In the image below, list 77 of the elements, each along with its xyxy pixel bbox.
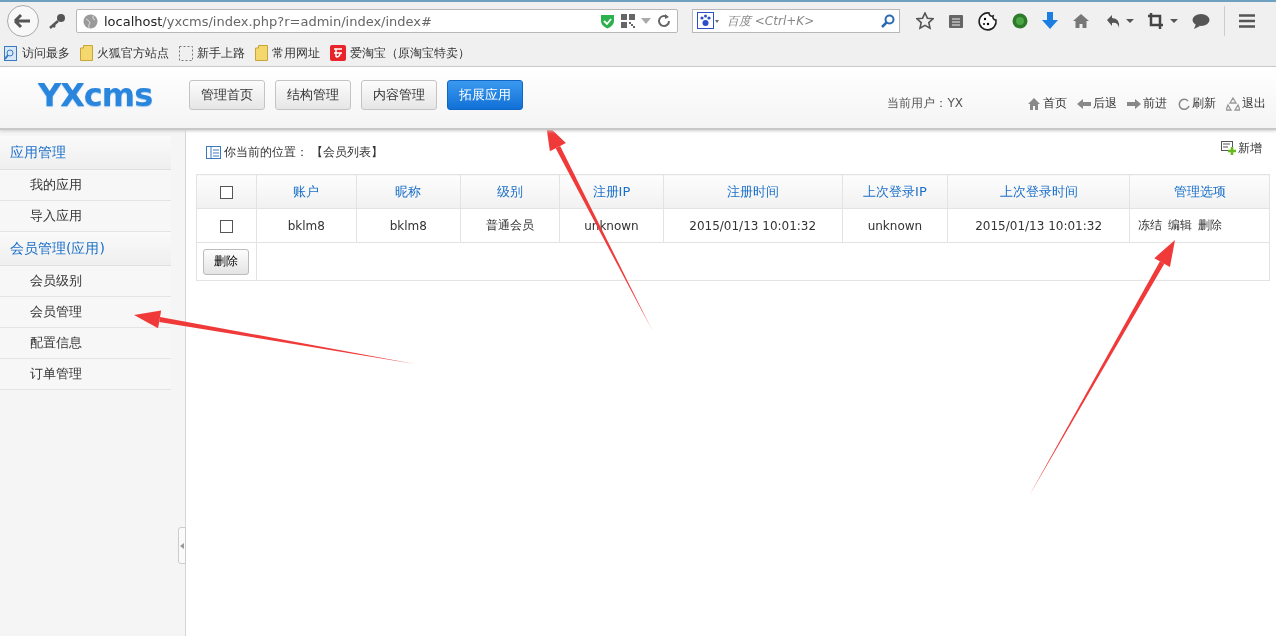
star-icon[interactable] (916, 12, 934, 30)
nav-tab[interactable]: 内容管理 (361, 79, 437, 110)
undo-icon[interactable] (1104, 13, 1134, 29)
nav-tab[interactable]: 结构管理 (275, 79, 351, 110)
row-checkbox[interactable] (219, 219, 233, 233)
column-header: 管理选项 (1173, 183, 1226, 199)
column-header: 上次登录时间 (999, 183, 1078, 199)
column-header: 上次登录IP (863, 183, 927, 199)
folder-icon (80, 45, 93, 61)
table-cell: 2015/01/13 10:01:32 (975, 218, 1103, 233)
qr-code-icon (621, 14, 635, 28)
column-header: 注册IP (592, 183, 631, 199)
folder-icon (255, 45, 268, 61)
url-text: localhost/yxcms/index.php?r=admin/index/index# (104, 13, 433, 29)
home-icon[interactable] (1072, 13, 1090, 29)
column-header: 账户 (293, 183, 320, 199)
search-icon[interactable] (881, 14, 895, 28)
nav-tab[interactable]: 拓展应用 (447, 79, 523, 110)
header-link[interactable]: 后退 (1077, 95, 1117, 112)
table-cell: 2015/01/13 10:01:32 (689, 218, 817, 233)
address-bar[interactable]: localhost/yxcms/index.php?r=admin/index/index# (76, 9, 678, 33)
bookmark-icon (4, 45, 18, 61)
extension-icon[interactable] (1012, 13, 1028, 29)
header-link[interactable]: 首页 (1027, 95, 1067, 112)
column-header: 注册时间 (726, 183, 779, 199)
header-link[interactable]: 前进 (1127, 95, 1167, 112)
chat-icon[interactable] (1192, 13, 1210, 29)
bookmark-link[interactable]: 常用网址 (272, 44, 320, 62)
sidebar-group-title[interactable]: 会员管理(应用) (0, 232, 171, 266)
logo: YXcms (37, 75, 154, 114)
search-bar[interactable]: 百度 <Ctrl+K> (692, 9, 900, 33)
crop-icon[interactable] (1148, 13, 1178, 29)
column-header: 昵称 (395, 183, 422, 199)
bookmark-link[interactable]: 火狐官方站点 (97, 44, 169, 62)
select-all-checkbox[interactable] (219, 186, 233, 199)
dashed-square-icon (179, 45, 193, 61)
shield-icon (600, 13, 615, 29)
reload-icon[interactable] (657, 14, 671, 28)
table-cell: 普通会员 (486, 218, 535, 232)
menu-icon[interactable] (1239, 14, 1255, 28)
breadcrumb-label: 你当前的位置： (224, 143, 308, 161)
table-cell: unknown (867, 218, 923, 233)
add-icon (1221, 141, 1236, 155)
add-link[interactable]: 新增 (1221, 139, 1262, 157)
cookie-icon[interactable] (978, 11, 998, 31)
sidebar-group-title[interactable]: 应用管理 (0, 136, 171, 170)
globe-icon (83, 13, 98, 29)
key-icon (48, 13, 66, 29)
right-arrow-icon (1127, 97, 1141, 110)
collapse-handle[interactable] (178, 527, 186, 564)
row-action-link[interactable]: 冻结 (1138, 217, 1163, 234)
current-user: 当前用户：YX (887, 95, 963, 112)
table-cell: bklm8 (287, 218, 325, 233)
nav-tab[interactable]: 管理首页 (189, 79, 265, 110)
refresh-icon (1177, 96, 1190, 111)
bookmark-link[interactable]: 访问最多 (22, 44, 70, 62)
back-icon[interactable] (6, 4, 40, 38)
row-action-link[interactable]: 编辑 (1168, 217, 1193, 234)
download-icon[interactable] (1042, 12, 1058, 30)
caret-icon (180, 542, 184, 549)
left-arrow-icon (1077, 97, 1091, 110)
reading-list-icon[interactable] (948, 13, 964, 29)
home-icon (1027, 97, 1041, 110)
header-link[interactable]: 刷新 (1177, 95, 1216, 112)
table-cell: bklm8 (389, 218, 427, 233)
delete-button[interactable]: 删除 (203, 248, 249, 275)
paw-icon (697, 12, 719, 30)
search-field[interactable]: 百度 <Ctrl+K> (725, 13, 875, 29)
taobao-icon (330, 45, 346, 61)
column-header: 级别 (497, 183, 524, 199)
layout-icon (206, 145, 221, 159)
header-link[interactable]: 退出 (1226, 95, 1266, 112)
dropdown-icon (641, 17, 651, 25)
bookmark-link[interactable]: 新手上路 (197, 44, 245, 62)
breadcrumb-location: 【会员列表】 (311, 143, 383, 161)
bookmark-link[interactable]: 爱淘宝（原淘宝特卖） (350, 44, 470, 62)
row-action-link[interactable]: 删除 (1198, 217, 1223, 234)
